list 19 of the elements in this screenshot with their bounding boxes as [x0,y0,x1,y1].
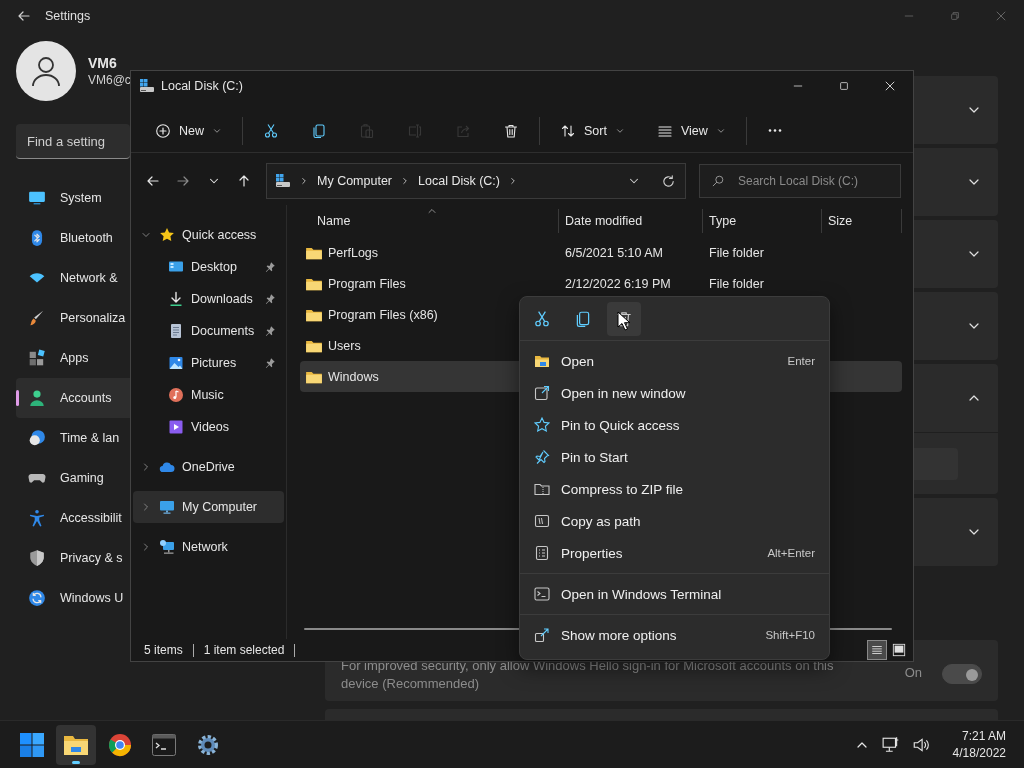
date-cell: 2/12/2022 6:19 PM [565,276,671,291]
status-text: 1 item selected [203,643,296,657]
type-cell: File folder [709,245,764,260]
shortcut-text: Enter [787,355,815,367]
window-title: Settings [45,9,91,23]
window-title: Local Disk (C:) [161,79,243,93]
shortcut-text: Alt+Enter [767,547,815,559]
user-name: VM6 [88,55,118,71]
shortcut-text: Shift+F10 [765,629,815,641]
date-cell: 6/5/2021 5:10 AM [565,245,663,260]
file-name: PerfLogs [328,245,379,260]
type-cell: File folder [709,276,764,291]
toggle-state: On [904,665,922,680]
user-email: VM6@c [88,73,131,87]
file-name: Users [328,338,361,353]
file-name: Program Files (x86) [328,307,438,322]
file-name: Program Files [328,276,406,291]
file-name: Windows [328,369,379,384]
status-text: 5 items [144,643,194,657]
